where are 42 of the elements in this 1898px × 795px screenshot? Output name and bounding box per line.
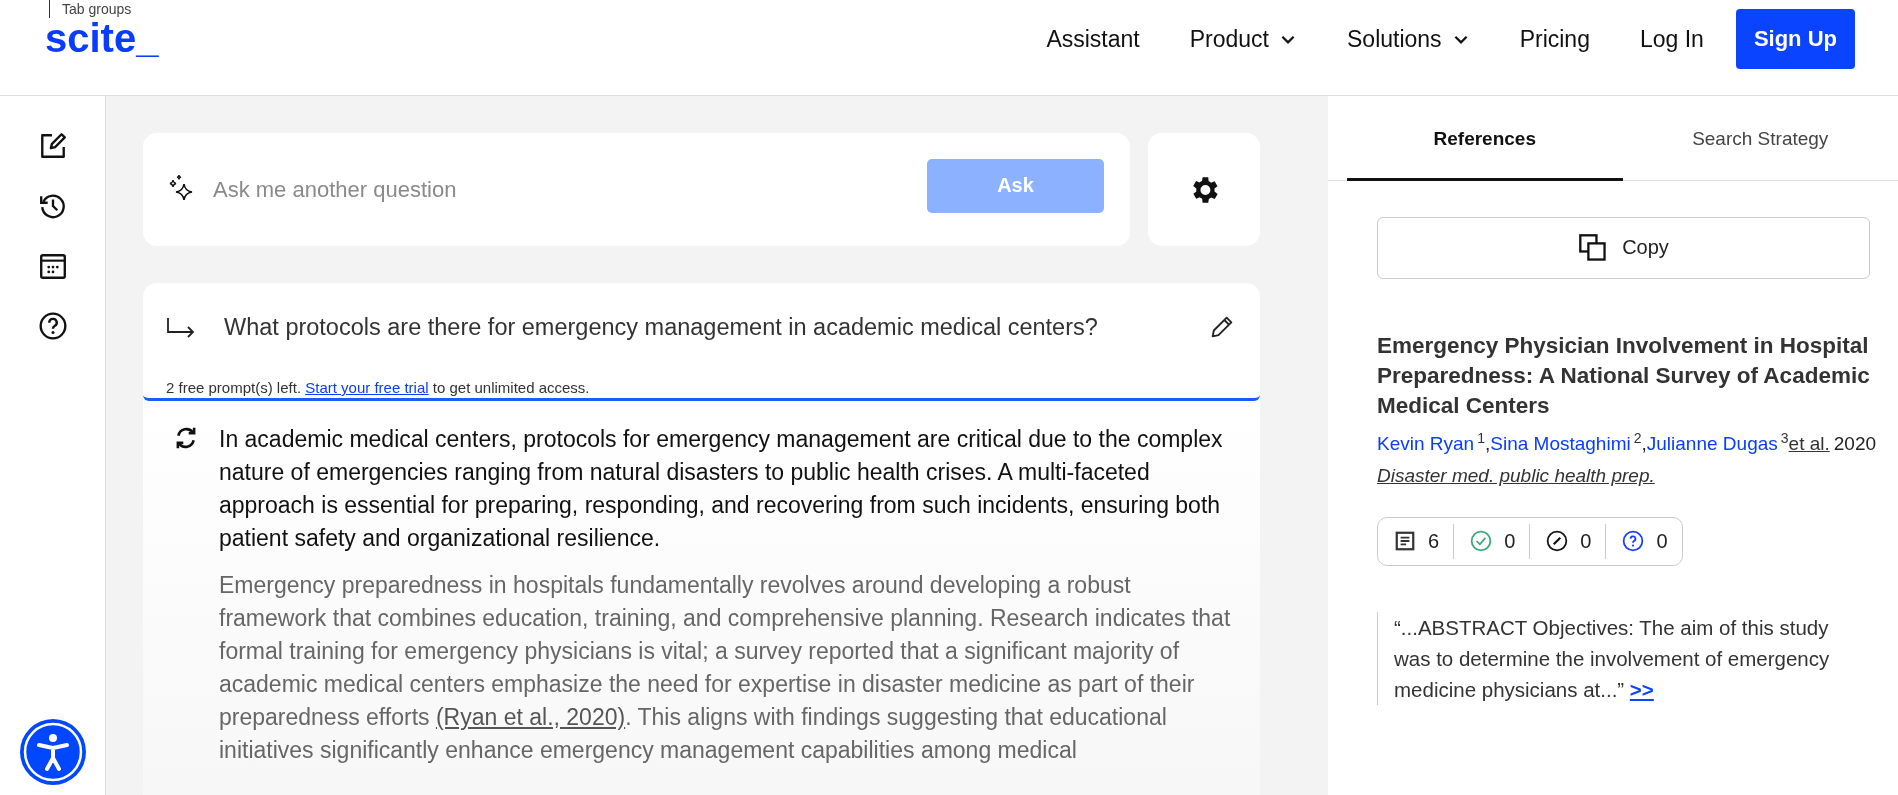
author-link[interactable]: Kevin Ryan$^{1}$ (1377, 432, 1485, 454)
reply-arrow-icon (166, 316, 196, 338)
author-link[interactable]: Sina Mostaghimi$^{2}$ (1490, 432, 1642, 454)
copy-icon (1578, 232, 1609, 263)
author-separator: , (1484, 432, 1491, 454)
logo[interactable]: scite_ (45, 16, 159, 60)
nav-link[interactable]: Solutions (1347, 25, 1470, 53)
tab-groups-label[interactable]: Tab groups (49, 0, 159, 18)
citation-count: 0 (1504, 529, 1516, 553)
nav-link[interactable]: Product (1189, 25, 1297, 53)
free-trial-link[interactable]: Start your free trial (305, 379, 429, 396)
panel-tab[interactable]: Search Strategy (1622, 96, 1898, 181)
answer-paragraph: In academic medical centers, protocols for emergency management are critical due to the complex nature of emergencies ranging from natural disasters to public health crises. A multi-faceted approach is essential for preparing, responding, and recovering from such incidents, ensuring both patient safety and organizational resilience. (219, 425, 1224, 553)
sign-up-button[interactable]: Sign Up (1735, 9, 1855, 69)
nav-link[interactable]: Log In (1639, 25, 1704, 53)
check-circle-icon (1470, 530, 1493, 553)
calendar-icon[interactable] (37, 251, 68, 281)
citation-link[interactable]: (Ryan et al., 2020) (435, 704, 626, 730)
help-icon[interactable] (37, 311, 68, 341)
settings-button[interactable] (1148, 133, 1260, 246)
citation-count: 0 (1580, 529, 1592, 553)
nav-link[interactable]: Pricing (1519, 25, 1590, 53)
slash-circle-icon (1546, 530, 1569, 553)
et-al-link[interactable]: et al. (1788, 432, 1830, 454)
prompts-left-notice: 2 free prompt(s) left. Start your free trial to get unlimited access. (166, 379, 590, 396)
read-more-link[interactable]: >> (1629, 677, 1654, 701)
reference-excerpt: “...ABSTRACT Objectives: The aim of this study was to determine the involvement of emergency medicine physicians at...” >> (1377, 611, 1870, 705)
citation-count: 0 (1656, 529, 1668, 553)
document-icon (1394, 530, 1416, 553)
accessibility-button[interactable] (18, 718, 87, 786)
panel-tab[interactable]: References (1347, 96, 1623, 181)
journal-link[interactable]: Disaster med. public health prep. (1377, 464, 1655, 487)
answer-paragraph: Emergency preparedness in hospitals fundamentally revolves around developing a robust framework that combines education, training, and comprehensive planning. Research indicates that formal training for emergency physicians is vital; a survey reported that a significant majority of academic medical centers emphasize the need for expertise in disaster medicine as part of their preparedness efforts (Ryan et al., 2020). This aligns with findings suggesting that educational initiatives significantly enhance emergency management capabilities among medical (219, 571, 1232, 765)
reference-title[interactable]: Emergency Physician Involvement in Hospital Preparedness: A National Survey of Academic Medical Centers (1377, 330, 1870, 421)
publication-year: 2020 (1833, 432, 1877, 454)
author-separator: , (1641, 432, 1647, 454)
copy-button[interactable]: Copy (1377, 216, 1870, 279)
question-text: What protocols are there for emergency management in academic medical centers? (224, 313, 1099, 341)
citation-count: 6 (1428, 529, 1440, 553)
question-circle-icon (1622, 530, 1645, 553)
nav-link[interactable]: Assistant (1046, 25, 1140, 53)
author-link[interactable]: Julianne Dugas$^{3}$ (1646, 432, 1789, 454)
